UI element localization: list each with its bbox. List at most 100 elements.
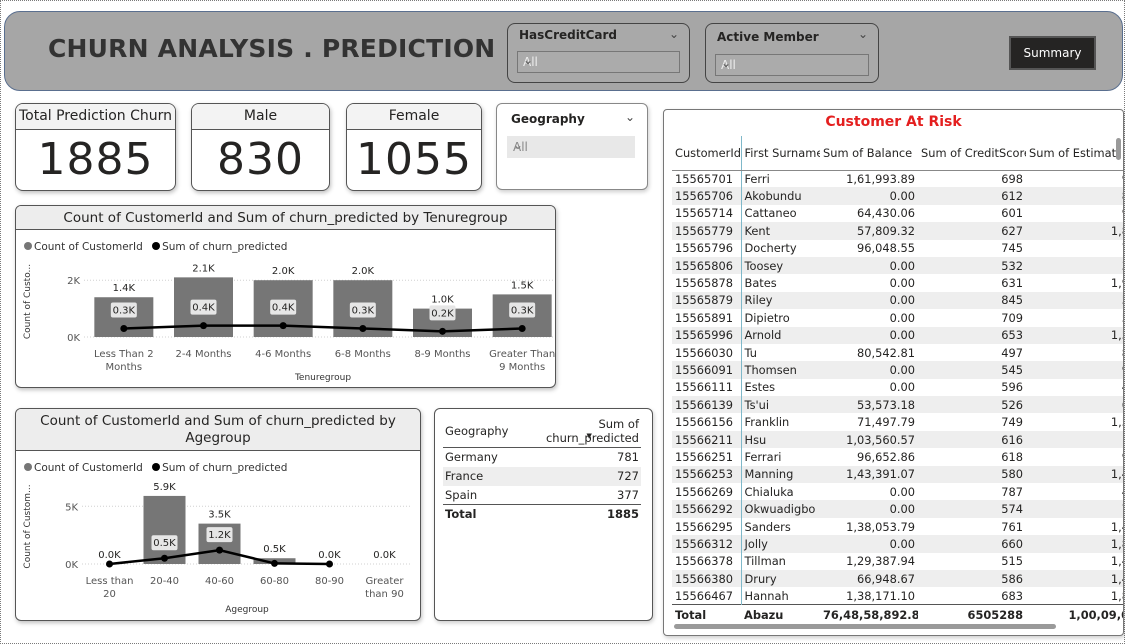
table-cell: 1,9 [1110,276,1123,291]
bar-data-label: 3.5K [208,510,231,521]
table-row[interactable]: 15566251Ferrari 96,652.86 6189 [672,448,1123,466]
column-header[interactable]: Sum of Balance [820,136,918,171]
table-row[interactable]: 15566312Jolly0.006601,8 [672,535,1123,553]
column-header[interactable]: CustomerId [672,136,742,171]
table-row[interactable]: 15565891Dipietro 0.00 7095 [672,309,1123,327]
sort-descending-icon[interactable]: ▼ [587,432,592,440]
table-cell: 698 [1001,171,1023,186]
active-member-dropdown[interactable]: All ⌄ [715,54,869,76]
x-axis-label: Agegroup [225,605,269,615]
table-cell: 631 [1001,276,1023,291]
chevron-down-icon[interactable]: ⌄ [858,27,868,41]
table-row[interactable]: 15566030Tu 80,542.81 4978 [672,343,1123,362]
table-row[interactable]: 15566380Drury66,948.675861,4 [672,569,1123,588]
table-row[interactable]: Spain 377 [443,486,641,505]
table-cell: 787 [1001,484,1023,499]
table-cell: 749 [1001,415,1023,430]
table-cell: 15566139 [672,396,742,414]
table-row[interactable]: 15566091Thomsen0.005459 [672,361,1123,379]
table-row[interactable]: 15565779Kent57,809.326271,8 [672,222,1123,240]
column-header[interactable]: Sum of CreditScore [918,136,1026,171]
table-row[interactable]: 15566156Franklin 71,497.79 749 1,5 [672,413,1123,431]
table-row[interactable]: 15566467Hannah 1,38,171.10 683 1,8 [672,587,1123,605]
chevron-down-icon[interactable]: ⌄ [669,27,679,41]
card-value: 830 [217,134,304,185]
table-row[interactable]: 15565796Docherty 96,048.55 7457 [672,239,1123,257]
chart-legend: Count of CustomerId Sum of churn_predict… [24,241,287,253]
table-row[interactable]: 15566139Ts'ui53,573.185266 [672,396,1123,414]
table-cell: Abazu [741,604,820,625]
table-row[interactable]: 15566295Sanders 1,38,053.79 761 1,4 [672,517,1123,536]
line-point [326,560,333,568]
table-cell: 1,8 [1026,222,1123,240]
geography-dropdown[interactable]: All ⌄ [507,136,635,158]
chevron-down-icon[interactable]: ⌄ [625,110,635,124]
chevron-down-icon: ⌄ [721,56,732,70]
column-header[interactable]: Geography [443,415,511,448]
table-row[interactable]: 15566253Manning1,43,391.075801,4 [672,465,1123,484]
active-member-slicer[interactable]: Active Member ⌄ All ⌄ [705,23,879,83]
x-tick-label: 9 Months [499,362,545,373]
line-point [120,324,128,332]
table-cell: Bates [744,276,777,291]
table-cell: 515 [1001,554,1023,569]
table-cell: 1,38,171.10 [846,588,915,603]
bar-data-label: 2.0K [272,266,295,277]
x-tick-label: Less than [86,576,134,587]
card-title: Female [347,104,481,130]
x-tick-label: 4-6 Months [255,349,311,360]
table-cell: 1,29,387.94 [846,554,915,569]
table-cell: 71,497.79 [857,415,915,430]
table-row[interactable]: 15566378Tillman 1,29,387.94 515 1,4 [672,552,1123,570]
table-cell: 6505288 [918,604,1026,625]
table-row[interactable]: 15565706Akobundu0.006128 [672,187,1123,205]
table-row[interactable]: 15565878Bates 0.00 631 1,9 [672,274,1123,292]
table-row[interactable]: 15565701Ferri 1,61,993.89 6989 [672,170,1123,188]
has-credit-card-dropdown[interactable]: All ⌄ [517,51,680,73]
total-prediction-churn-card: Total Prediction Churn 1885 [15,103,176,191]
table-row[interactable]: 15565714Cattaneo 64,430.06 6019 [672,204,1123,223]
table-row[interactable]: 15565879Riley0.008455 [672,291,1123,310]
x-tick-label: Months [106,362,143,373]
vertical-scrollbar[interactable] [1116,138,1121,160]
table-cell: Total [672,604,741,625]
table-cell: 627 [918,222,1026,240]
table-cell: 96,048.55 [857,241,915,256]
table-cell: Estes [744,380,776,395]
agegroup-chart-panel: Count of CustomerId and Sum of churn_pre… [15,408,421,621]
table-cell: Thomsen [741,361,820,379]
column-header[interactable]: Sum of churn_predicted ▼ [510,415,641,448]
table-cell: 1,8 [1110,588,1123,603]
column-header[interactable]: First Surname [741,136,820,171]
table-cell: Tu [744,345,757,360]
table-row[interactable]: 15565996Arnold0.006531,5 [672,326,1123,344]
table-cell: 596 [1001,380,1023,395]
risk-table-title: Customer At Risk [825,114,962,130]
table-cell: Hannah [744,588,789,603]
bar [143,495,186,564]
slicer-label: Active Member [717,30,819,44]
table-row[interactable]: 15566292Okwuadigbo0.005747 [672,500,1123,518]
summary-button[interactable]: Summary [1009,36,1096,70]
column-header[interactable]: Sum of Estimat [1026,136,1123,171]
table-cell: 1,61,993.89 [846,171,915,186]
card-title: Total Prediction Churn [16,104,175,130]
table-row[interactable]: 15566211 Hsu 1,03,560.57 616 [672,430,1123,449]
table-cell: 1,5 [1110,415,1123,430]
table-cell: 80,542.81 [857,345,915,360]
table-cell: 15565714 [672,204,742,223]
table-cell: 653 [918,326,1026,344]
table-cell: Chialuka [744,484,794,499]
geography-slicer[interactable]: Geography ⌄ All ⌄ [496,103,648,190]
has-credit-card-slicer[interactable]: HasCreditCard ⌄ All ⌄ [507,23,690,83]
table-cell: 15566211 [672,430,742,449]
table-cell: Dipietro [744,310,790,325]
table-row[interactable]: 15566269Chialuka 0.00 7874 [672,483,1123,501]
line-point [271,559,278,567]
table-row[interactable]: 15565806Toosey0.005323 [672,256,1123,275]
line-point [439,327,446,335]
table-row[interactable]: Germany 781 [443,448,641,467]
table-row[interactable]: France 727 [443,466,641,486]
table-row[interactable]: 15566111Estes 0.00 5964 [672,378,1123,397]
horizontal-scrollbar[interactable] [674,624,1056,629]
